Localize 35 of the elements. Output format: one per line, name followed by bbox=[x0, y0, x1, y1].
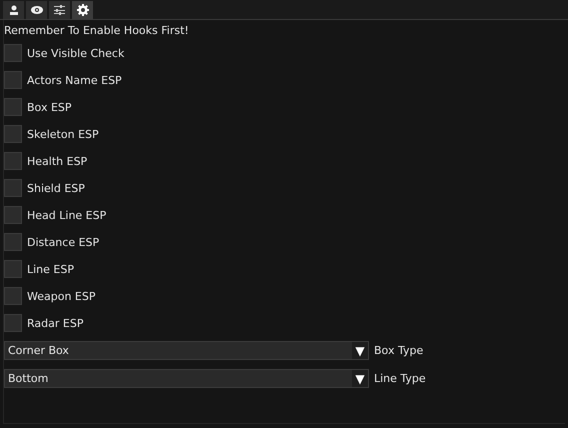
checkbox-label: Radar ESP bbox=[27, 316, 84, 330]
tab[interactable] bbox=[49, 1, 70, 19]
checkbox[interactable] bbox=[4, 260, 22, 278]
person-icon bbox=[8, 5, 18, 15]
checkbox-label: Skeleton ESP bbox=[27, 128, 99, 140]
checkbox-label: Shield ESP bbox=[27, 182, 85, 194]
checkbox[interactable] bbox=[4, 71, 22, 89]
checkbox[interactable] bbox=[4, 125, 22, 143]
dropdown-label: Line Type bbox=[374, 372, 426, 385]
settings-icon bbox=[76, 4, 88, 16]
sliders-icon bbox=[54, 5, 65, 15]
checkbox[interactable] bbox=[4, 44, 22, 62]
checkbox-label: Line ESP bbox=[27, 262, 74, 276]
checkbox-label: Use Visible Check bbox=[27, 46, 124, 60]
tab[interactable] bbox=[72, 1, 93, 19]
checkbox[interactable] bbox=[4, 314, 22, 332]
dropdown[interactable]: Corner Box ▼ bbox=[4, 341, 369, 360]
notice-text: Remember To Enable Hooks First! bbox=[4, 23, 190, 39]
checkbox[interactable] bbox=[4, 179, 22, 197]
checkbox[interactable] bbox=[4, 152, 22, 170]
checkbox[interactable] bbox=[4, 98, 22, 116]
dropdown-label: Box Type bbox=[374, 344, 424, 357]
eye-icon bbox=[30, 6, 42, 14]
tab[interactable] bbox=[3, 1, 24, 19]
tab[interactable] bbox=[26, 1, 47, 19]
checkbox-label: Health ESP bbox=[27, 154, 88, 168]
checkbox[interactable] bbox=[4, 206, 22, 224]
dropdown[interactable]: Bottom ▼ bbox=[4, 369, 369, 388]
checkbox-label: Box ESP bbox=[27, 100, 72, 114]
checkbox[interactable] bbox=[4, 287, 22, 305]
checkbox-label: Actors Name ESP bbox=[27, 74, 122, 86]
checkbox-label: Distance ESP bbox=[27, 236, 100, 248]
checkbox-label: Head Line ESP bbox=[27, 208, 106, 222]
checkbox-label: Weapon ESP bbox=[27, 290, 96, 302]
checkbox[interactable] bbox=[4, 233, 22, 251]
